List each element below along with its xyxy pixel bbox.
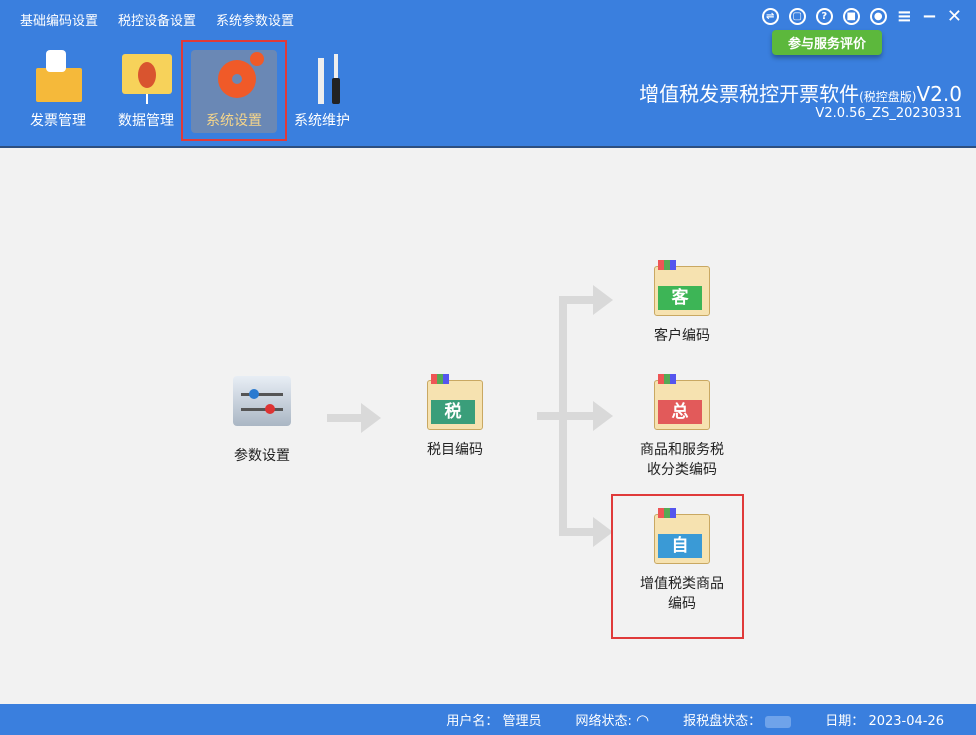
lock-icon[interactable]: ■ xyxy=(842,8,860,25)
status-disk: 报税盘状态： xyxy=(683,710,792,729)
app-title: 增值税发票税控开票软件(税控盘版)V2.0 xyxy=(639,82,962,106)
minimize-icon[interactable]: − xyxy=(922,6,937,27)
close-icon[interactable]: ✕ xyxy=(947,6,962,27)
book-icon: 税 xyxy=(425,374,485,432)
service-icon[interactable]: ▢ xyxy=(788,8,806,25)
node-label: 编码 xyxy=(668,596,696,612)
window-controls: ⇌ ▢ ? ■ ● ≡ − ✕ xyxy=(761,6,962,27)
node-label: 收分类编码 xyxy=(647,462,717,478)
tool-label: 系统设置 xyxy=(206,113,262,129)
tool-system-settings[interactable]: 系统设置 xyxy=(194,46,274,130)
header: 基础编码设置 税控设备设置 系统参数设置 ⇌ ▢ ? ■ ● ≡ − ✕ 参与服… xyxy=(0,0,976,148)
node-label: 商品和服务税 xyxy=(640,442,724,458)
switch-icon[interactable]: ⇌ xyxy=(761,8,779,25)
tool-label: 数据管理 xyxy=(118,113,174,129)
node-params[interactable]: 参数设置 xyxy=(202,376,322,466)
arrow-connector xyxy=(559,412,595,420)
node-customer-codes[interactable]: 客 客户编码 xyxy=(622,260,742,346)
tool-label: 发票管理 xyxy=(30,113,86,129)
gear-icon xyxy=(204,46,264,106)
status-network: 网络状态: ◠ xyxy=(575,711,650,729)
tool-label: 系统维护 xyxy=(294,113,350,129)
book-icon: 自 xyxy=(652,508,712,566)
book-icon: 客 xyxy=(652,260,712,318)
sliders-icon xyxy=(233,376,291,426)
service-rating-tooltip[interactable]: 参与服务评价 xyxy=(772,30,883,55)
node-label: 客户编码 xyxy=(654,328,710,344)
menu-icon[interactable]: ≡ xyxy=(897,6,912,27)
top-menu: 基础编码设置 税控设备设置 系统参数设置 xyxy=(20,10,294,29)
app-build: V2.0.56_ZS_20230331 xyxy=(815,106,962,121)
help-icon[interactable]: ? xyxy=(815,8,833,25)
arrow-head xyxy=(593,401,613,431)
menu-system-params[interactable]: 系统参数设置 xyxy=(216,10,294,29)
arrow-head xyxy=(361,403,381,433)
arrow-connector xyxy=(559,528,595,536)
node-vat-goods-codes[interactable]: 自 增值税类商品 编码 xyxy=(622,508,742,614)
node-label: 参数设置 xyxy=(234,448,290,464)
arrow-connector xyxy=(327,414,363,422)
arrow-head xyxy=(593,517,613,547)
wrench-icon xyxy=(292,46,352,106)
tool-data-management[interactable]: 数据管理 xyxy=(106,46,186,130)
status-bar: 用户名： 管理员 网络状态: ◠ 报税盘状态： 日期： 2023-04-26 xyxy=(0,704,976,735)
menu-basic-codes[interactable]: 基础编码设置 xyxy=(20,10,98,29)
status-date: 日期： 2023-04-26 xyxy=(825,714,944,729)
wifi-icon: ◠ xyxy=(636,711,650,729)
node-goods-tax-classification[interactable]: 总 商品和服务税 收分类编码 xyxy=(622,374,742,480)
book-icon: 总 xyxy=(652,374,712,432)
node-tax-codes[interactable]: 税 税目编码 xyxy=(395,374,515,460)
status-user: 用户名： 管理员 xyxy=(446,714,542,729)
tool-system-maintenance[interactable]: 系统维护 xyxy=(282,46,362,130)
user-icon[interactable]: ● xyxy=(869,8,887,25)
menu-device-settings[interactable]: 税控设备设置 xyxy=(118,10,196,29)
box-icon xyxy=(28,46,88,106)
tool-invoice-management[interactable]: 发票管理 xyxy=(18,46,98,130)
node-label: 增值税类商品 xyxy=(640,576,724,592)
arrow-head xyxy=(593,285,613,315)
arrow-connector xyxy=(559,296,595,304)
folder-icon xyxy=(116,46,176,106)
usb-disk-icon xyxy=(765,715,792,728)
node-label: 税目编码 xyxy=(427,442,483,458)
